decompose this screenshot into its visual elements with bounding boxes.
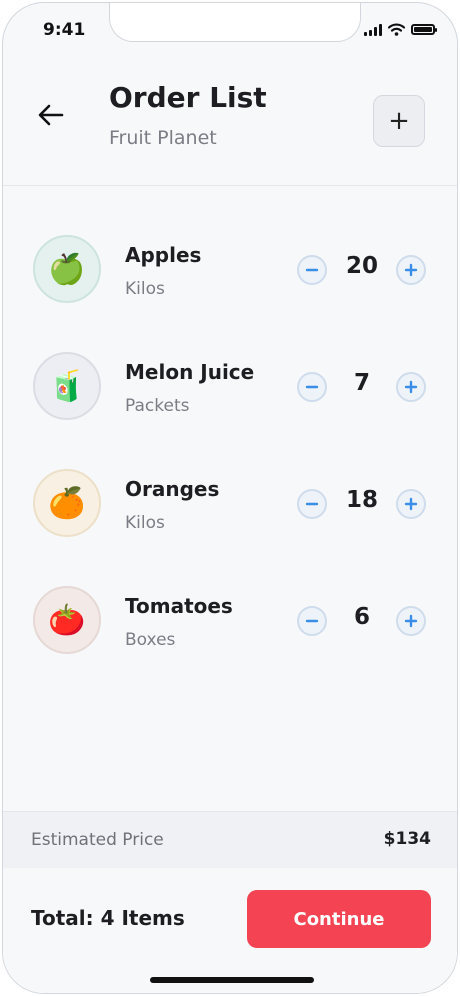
back-button[interactable] bbox=[35, 99, 67, 131]
minus-icon bbox=[305, 268, 319, 272]
item-unit: Packets bbox=[125, 396, 190, 416]
item-quantity: 7 bbox=[353, 370, 370, 396]
header: Order List Fruit Planet + bbox=[3, 63, 457, 186]
notch bbox=[109, 3, 361, 42]
item-name: Melon Juice bbox=[125, 360, 255, 384]
estimated-price-label: Estimated Price bbox=[31, 830, 164, 850]
plus-icon bbox=[404, 614, 418, 628]
footer: Total: 4 Items Continue bbox=[3, 868, 457, 993]
item-emoji: 🍏 bbox=[48, 251, 86, 287]
item-name: Oranges bbox=[125, 477, 220, 501]
status-time: 9:41 bbox=[43, 20, 86, 40]
item-quantity: 20 bbox=[345, 253, 378, 279]
item-quantity: 18 bbox=[345, 487, 378, 513]
item-emoji: 🧃 bbox=[48, 368, 86, 404]
plus-icon bbox=[404, 380, 418, 394]
item-emoji: 🍊 bbox=[48, 485, 86, 521]
home-indicator bbox=[150, 977, 314, 983]
green-apple-icon: 🍏 bbox=[33, 235, 101, 303]
decrease-button[interactable] bbox=[297, 606, 327, 636]
orange-icon: 🍊 bbox=[33, 469, 101, 537]
list-item: 🍊 Oranges Kilos 18 bbox=[3, 469, 457, 586]
item-quantity: 6 bbox=[353, 604, 370, 630]
order-list: 🍏 Apples Kilos 20 🧃 Melon Juice Packets … bbox=[3, 235, 457, 703]
item-unit: Kilos bbox=[125, 279, 165, 299]
add-item-button[interactable]: + bbox=[373, 95, 425, 147]
decrease-button[interactable] bbox=[297, 489, 327, 519]
estimated-price-value: $134 bbox=[383, 829, 431, 849]
decrease-button[interactable] bbox=[297, 372, 327, 402]
estimated-price-bar: Estimated Price $134 bbox=[3, 811, 457, 869]
status-icons bbox=[364, 23, 437, 36]
list-item: 🍅 Tomatoes Boxes 6 bbox=[3, 586, 457, 703]
total-items: Total: 4 Items bbox=[31, 906, 185, 930]
list-item: 🍏 Apples Kilos 20 bbox=[3, 235, 457, 352]
page-title: Order List bbox=[109, 81, 267, 114]
page-subtitle: Fruit Planet bbox=[109, 127, 217, 149]
plus-icon bbox=[404, 497, 418, 511]
increase-button[interactable] bbox=[396, 255, 426, 285]
back-arrow-icon bbox=[38, 104, 64, 126]
item-name: Apples bbox=[125, 243, 202, 267]
item-unit: Kilos bbox=[125, 513, 165, 533]
wifi-icon bbox=[388, 23, 405, 36]
battery-icon bbox=[411, 24, 437, 35]
increase-button[interactable] bbox=[396, 372, 426, 402]
juice-box-icon: 🧃 bbox=[33, 352, 101, 420]
signal-icon bbox=[364, 23, 382, 36]
continue-button[interactable]: Continue bbox=[247, 890, 431, 948]
increase-button[interactable] bbox=[396, 606, 426, 636]
plus-icon: + bbox=[388, 106, 410, 136]
item-emoji: 🍅 bbox=[48, 602, 86, 638]
minus-icon bbox=[305, 385, 319, 389]
minus-icon bbox=[305, 502, 319, 506]
tomato-icon: 🍅 bbox=[33, 586, 101, 654]
plus-icon bbox=[404, 263, 418, 277]
phone-frame: 9:41 Order List Fruit Planet + 🍏 Apples … bbox=[2, 2, 458, 994]
item-unit: Boxes bbox=[125, 630, 176, 650]
minus-icon bbox=[305, 619, 319, 623]
increase-button[interactable] bbox=[396, 489, 426, 519]
decrease-button[interactable] bbox=[297, 255, 327, 285]
list-item: 🧃 Melon Juice Packets 7 bbox=[3, 352, 457, 469]
item-name: Tomatoes bbox=[125, 594, 233, 618]
